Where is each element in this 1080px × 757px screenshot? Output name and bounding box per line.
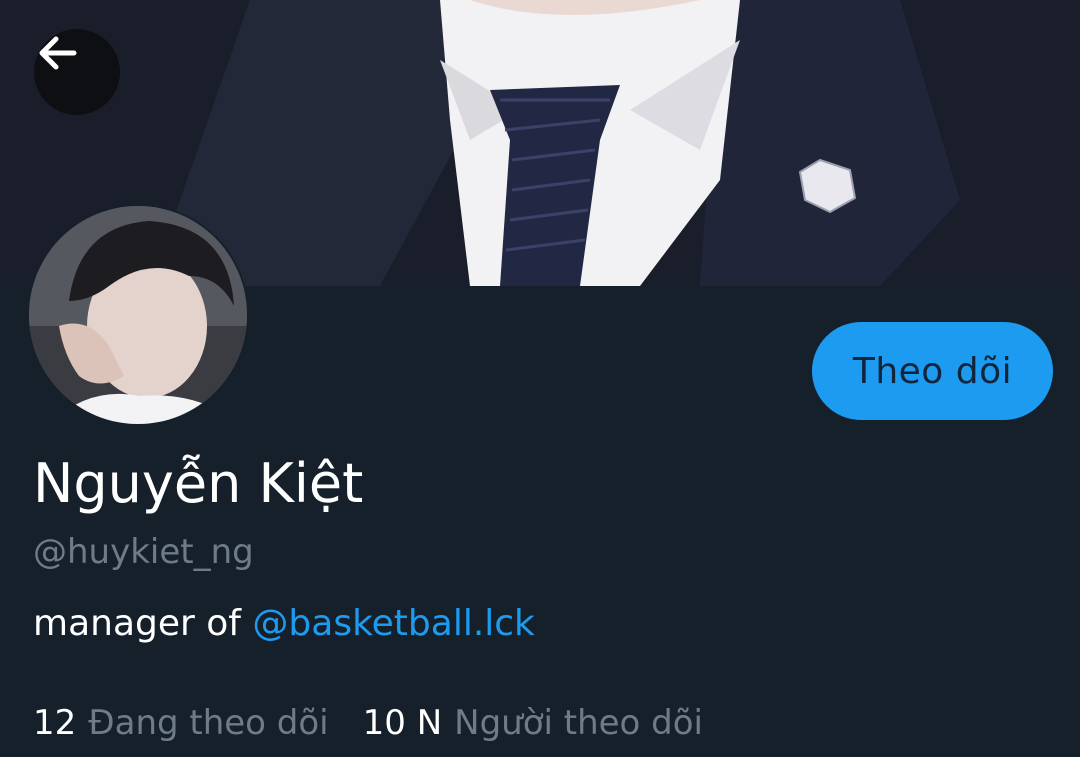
followers-stat[interactable]: 10 N Người theo dõi [363,703,703,743]
bio-mention-link[interactable]: @basketball.lck [252,603,535,644]
avatar-border [27,204,249,426]
avatar[interactable] [29,206,247,424]
following-stat[interactable]: 12 Đang theo dõi [33,703,329,743]
followers-label: Người theo dõi [454,703,703,743]
following-count: 12 [33,703,77,743]
back-button[interactable] [34,29,120,115]
avatar-photo [29,206,247,424]
profile-stats: 12 Đang theo dõi 10 N Người theo dõi [33,703,703,743]
following-label: Đang theo dõi [88,703,329,743]
bio: manager of @basketball.lck [33,603,535,644]
follow-button[interactable]: Theo dõi [812,322,1053,420]
display-name: Nguyễn Kiệt [33,452,364,515]
bio-text: manager of [33,603,253,644]
followers-count: 10 N [362,703,443,743]
user-handle: @huykiet_ng [33,532,254,572]
